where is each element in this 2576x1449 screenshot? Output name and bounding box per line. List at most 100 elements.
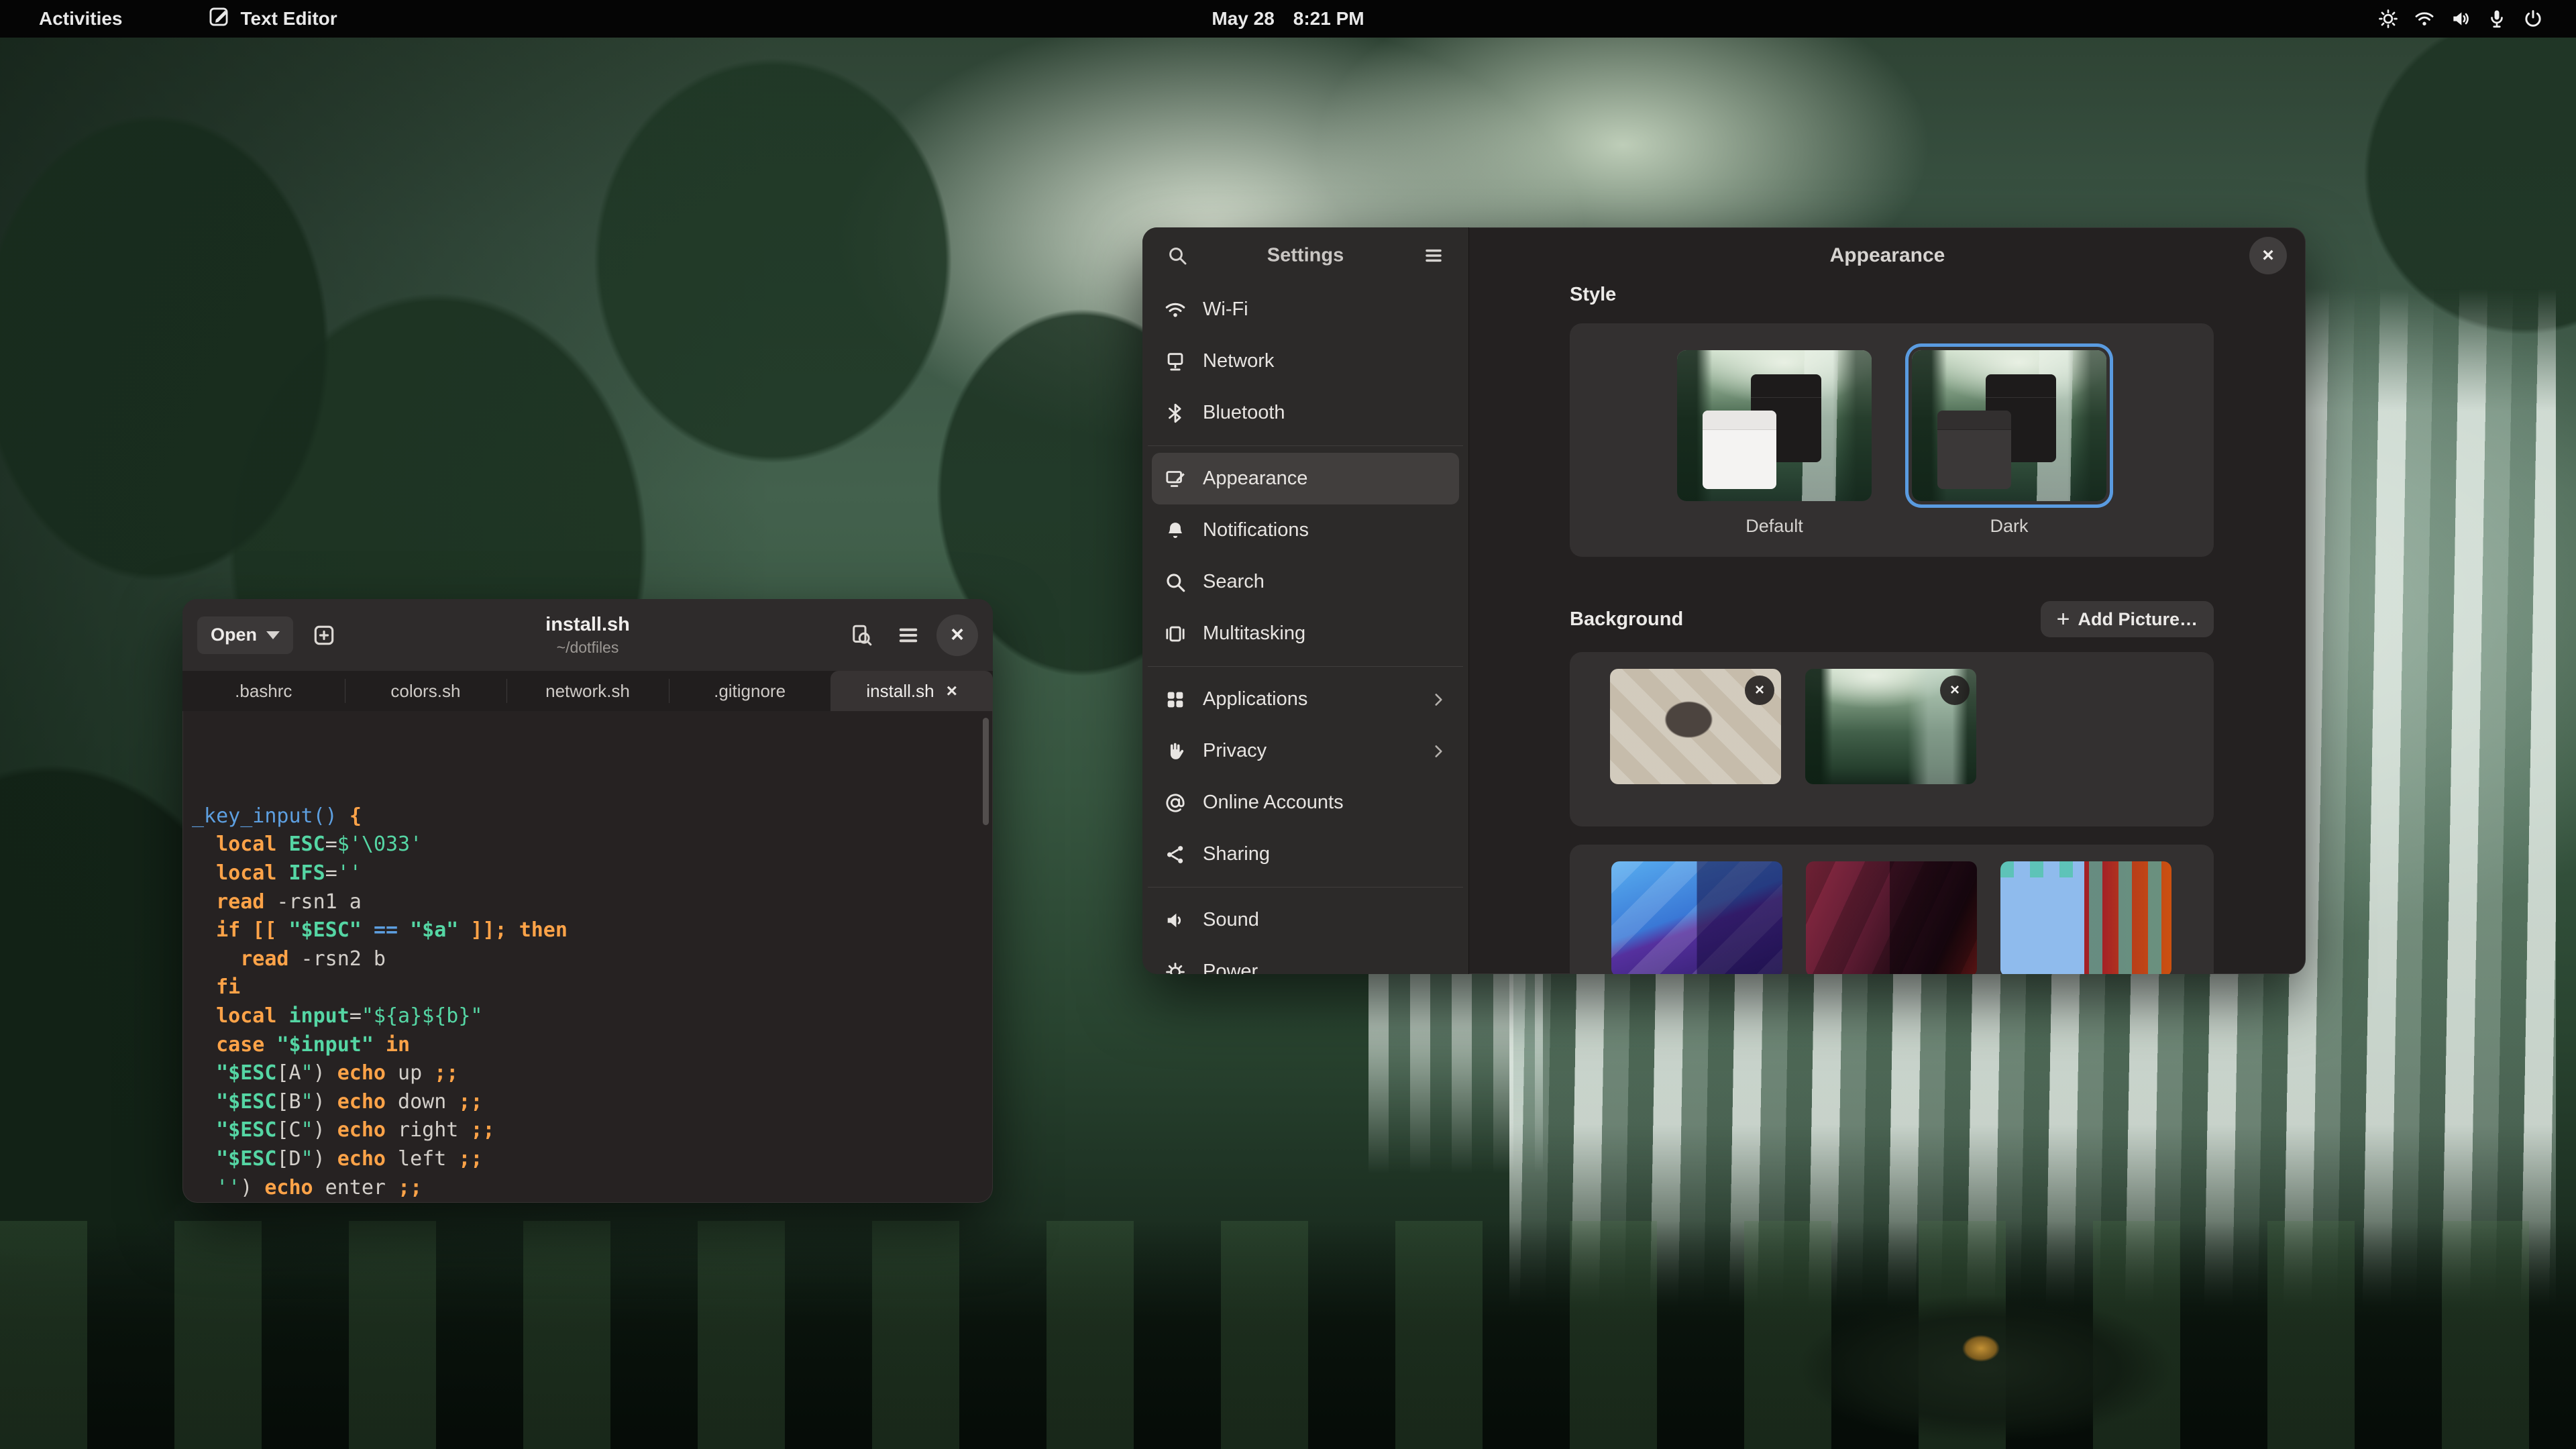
power-icon[interactable] [2522, 8, 2544, 30]
editor-tab-bar: .bashrccolors.shnetwork.sh.gitignoreinst… [182, 671, 993, 711]
sidebar-item-search[interactable]: Search [1152, 556, 1459, 608]
wifi-icon [1164, 299, 1187, 321]
code-line: ' ') echo space ;; [192, 1202, 993, 1203]
app-menu-label: Text Editor [241, 8, 337, 30]
sidebar-item-appearance[interactable]: Appearance [1152, 453, 1459, 504]
sidebar-item-wi-fi[interactable]: Wi-Fi [1152, 284, 1459, 335]
sidebar-divider [1148, 445, 1463, 446]
tab-close-button[interactable]: × [947, 680, 957, 702]
sidebar-item-sound[interactable]: Sound [1152, 894, 1459, 946]
at-icon [1164, 792, 1187, 814]
document-title: install.sh [545, 614, 630, 636]
panel-headerbar: Appearance × [1469, 227, 2306, 284]
thumb-front-window [1937, 411, 2011, 489]
sidebar-divider [1148, 666, 1463, 667]
settings-sidebar: Settings Wi-FiNetwork Bluetooth Appearance… [1142, 227, 1469, 974]
document-path: ~/dotfiles [545, 639, 630, 657]
sidebar-item-bluetooth[interactable]: Bluetooth [1152, 387, 1459, 439]
volume-icon[interactable] [2450, 8, 2471, 30]
sidebar-item-notifications[interactable]: Notifications [1152, 504, 1459, 556]
bluetooth-icon [1164, 402, 1187, 425]
wallpaper-ground [0, 1221, 2576, 1449]
open-button[interactable]: Open [197, 616, 293, 654]
system-tray[interactable] [2377, 8, 2544, 30]
code-line: local IFS='' [192, 859, 993, 888]
forest-waterfall-wallpaper[interactable]: × [1805, 669, 1976, 784]
open-button-label: Open [211, 625, 257, 645]
tab-label: colors.sh [390, 681, 460, 702]
tab-label: install.sh [866, 681, 934, 702]
settings-window: Settings Wi-FiNetwork Bluetooth Appearance… [1142, 227, 2306, 974]
activities-button[interactable]: Activities [30, 5, 132, 32]
maroon-waves-wallpaper[interactable] [1806, 861, 1977, 974]
editor-headerbar: Open install.sh ~/dotfiles [182, 599, 993, 671]
app-menu[interactable]: Text Editor [198, 3, 347, 36]
editor-tab-network-sh[interactable]: network.sh [506, 671, 669, 711]
menu-button[interactable] [890, 616, 927, 654]
sidebar-item-label: Sharing [1203, 843, 1270, 865]
sound-icon [1164, 909, 1187, 932]
multitasking-icon [1164, 623, 1187, 645]
sidebar-item-network[interactable]: Network [1152, 335, 1459, 387]
sidebar-headerbar: Settings [1142, 227, 1468, 284]
editor-scrollbar[interactable] [983, 718, 989, 825]
sidebar-item-label: Power [1203, 961, 1258, 974]
style-card: Default Dark [1570, 323, 2214, 557]
thumb-front-window [1703, 411, 1776, 489]
code-line: local ESC=$'\033' [192, 830, 993, 859]
apps-icon [1164, 688, 1187, 711]
style-option-label: Dark [1990, 516, 2028, 537]
remove-wallpaper-button[interactable]: × [1745, 676, 1774, 705]
sidebar-item-multitasking[interactable]: Multitasking [1152, 608, 1459, 659]
background-section-header: Background + Add Picture… [1570, 601, 2214, 637]
style-default-thumbnail[interactable] [1677, 350, 1872, 501]
sidebar-item-power[interactable]: Power [1152, 946, 1459, 974]
settings-close-button[interactable]: × [2249, 237, 2287, 274]
search-icon [1164, 571, 1187, 594]
add-picture-label: Add Picture… [2078, 609, 2198, 630]
panel-title: Appearance [1830, 244, 1945, 267]
text-editor-icon [207, 5, 230, 33]
night-light-icon[interactable] [2377, 8, 2399, 30]
blue-orange-drips-wallpaper[interactable] [2000, 861, 2171, 974]
style-dark-thumbnail[interactable] [1912, 350, 2106, 501]
sidebar-item-applications[interactable]: Applications [1152, 674, 1459, 725]
style-option-dark[interactable]: Dark [1912, 350, 2106, 557]
background-section-label: Background [1570, 608, 1683, 631]
background-wallpapers-card: ×× [1570, 652, 2214, 826]
remove-wallpaper-button[interactable]: × [1940, 676, 1970, 705]
editor-tab-gitignore[interactable]: .gitignore [669, 671, 831, 711]
close-icon: × [2262, 244, 2274, 267]
sidebar-item-label: Bluetooth [1203, 402, 1285, 424]
code-line: "$ESC[A") echo up ;; [192, 1059, 993, 1088]
editor-tab-bashrc[interactable]: .bashrc [182, 671, 345, 711]
sidebar-item-label: Search [1203, 571, 1265, 593]
appearance-content: Style DefaultDark Background + Add Pictu… [1570, 284, 2214, 974]
new-tab-button[interactable] [305, 616, 343, 654]
chevron-down-icon [266, 631, 280, 639]
power-icon [1164, 961, 1187, 975]
sidebar-item-online-accounts[interactable]: Online Accounts [1152, 777, 1459, 828]
gnome-tiles-wallpaper[interactable]: × [1610, 669, 1781, 784]
primary-menu-button[interactable] [1416, 238, 1451, 273]
microphone-icon[interactable] [2486, 8, 2508, 30]
code-line: if [[ "$ESC" == "$a" ]]; then [192, 916, 993, 945]
editor-tab-colors-sh[interactable]: colors.sh [345, 671, 507, 711]
blue-purple-geometric-wallpaper[interactable] [1611, 861, 1782, 974]
code-view[interactable]: _key_input() { local ESC=$'\033' local I… [182, 711, 993, 1203]
code-line: local input="${a}${b}" [192, 1002, 993, 1031]
editor-tab-install-sh[interactable]: install.sh × [830, 671, 993, 711]
style-option-default[interactable]: Default [1677, 350, 1872, 557]
search-button[interactable] [1160, 238, 1195, 273]
settings-nav-list: Wi-FiNetwork Bluetooth AppearanceNotificat… [1142, 284, 1468, 974]
document-search-button[interactable] [843, 616, 880, 654]
clock[interactable]: May 28 8:21 PM [1212, 8, 1364, 30]
sidebar-item-privacy[interactable]: Privacy [1152, 725, 1459, 777]
wifi-icon[interactable] [2414, 8, 2435, 30]
add-picture-button[interactable]: + Add Picture… [2041, 601, 2214, 637]
clock-date: May 28 [1212, 8, 1274, 30]
privacy-icon [1164, 740, 1187, 763]
window-close-button[interactable]: × [936, 614, 978, 656]
sidebar-item-sharing[interactable]: Sharing [1152, 828, 1459, 880]
network-icon [1164, 350, 1187, 373]
